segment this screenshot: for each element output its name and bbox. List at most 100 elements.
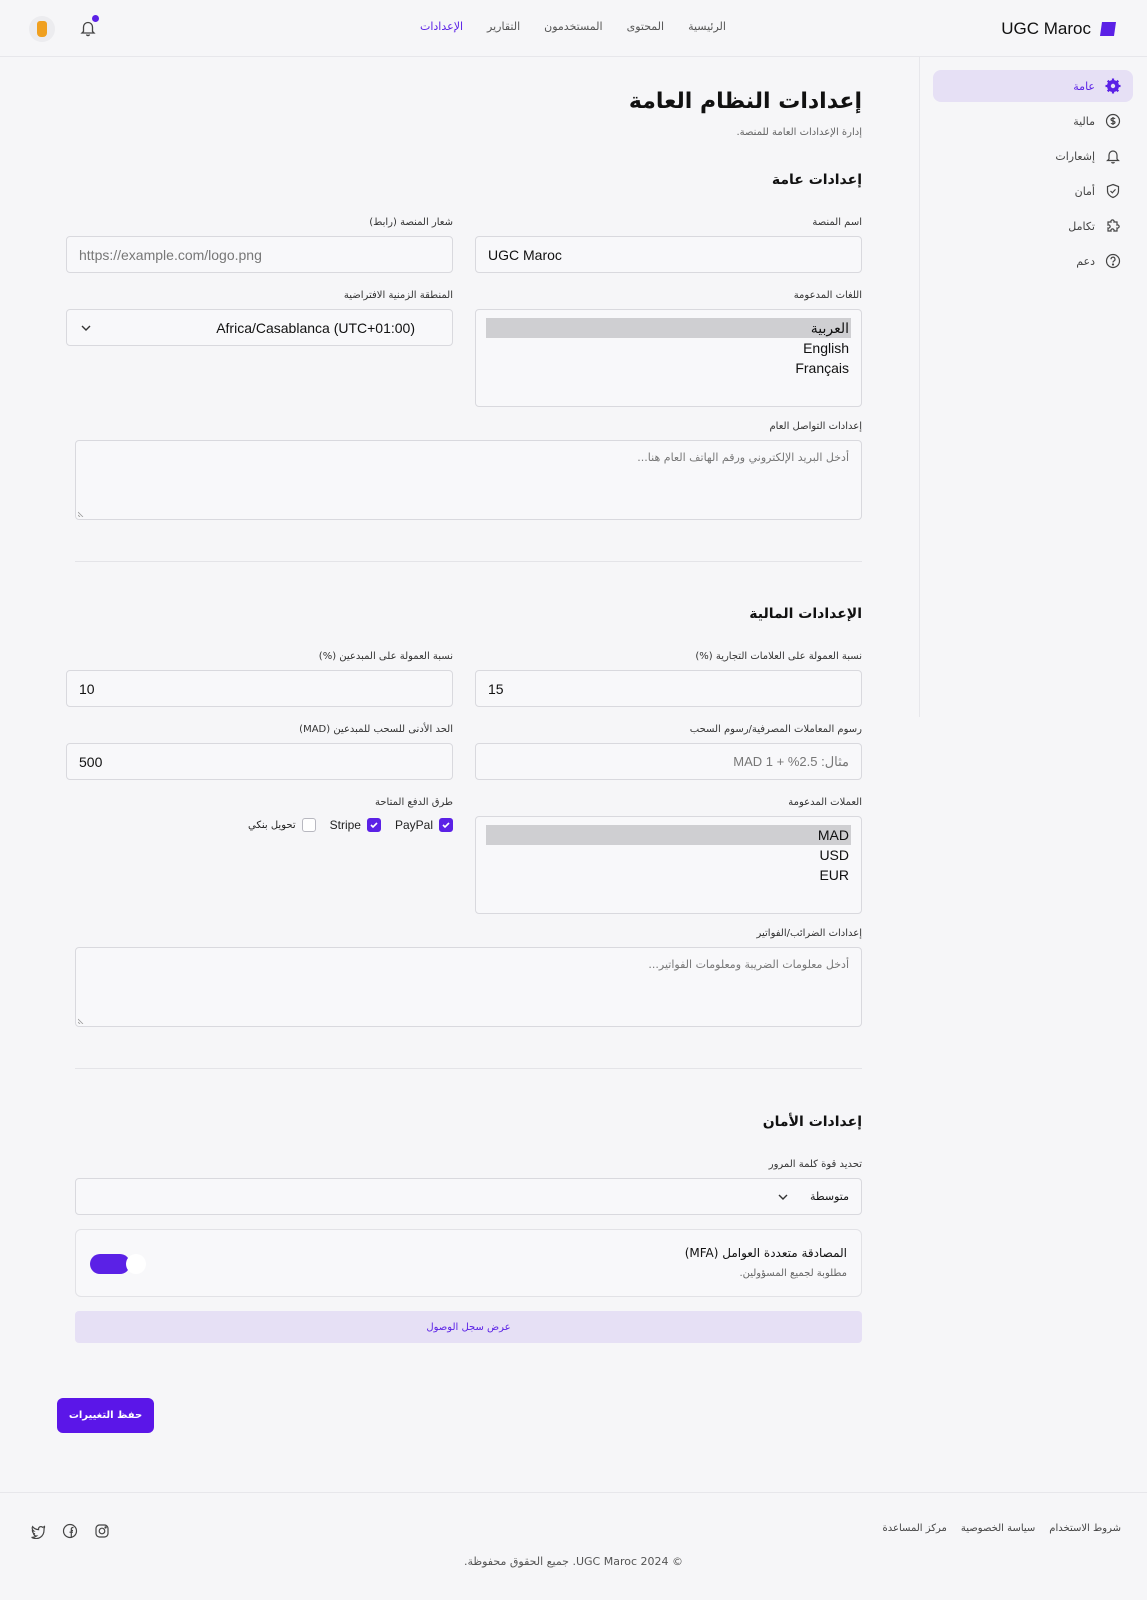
- checkbox-checked[interactable]: [439, 818, 453, 832]
- payment-method-paypal[interactable]: PayPal: [395, 818, 453, 832]
- payment-method-stripe[interactable]: Stripe: [330, 818, 381, 832]
- nav-content[interactable]: المحتوى: [627, 20, 664, 33]
- footer-link-help[interactable]: مركز المساعدة: [883, 1523, 947, 1534]
- tax-label: إعدادات الضرائب/الفواتير: [756, 928, 862, 939]
- footer-links: شروط الاستخدام سياسة الخصوصية مركز المسا…: [883, 1523, 1121, 1534]
- contact-textarea[interactable]: أدخل البريد الإلكتروني ورقم الهاتف العام…: [75, 440, 862, 520]
- footer-link-terms[interactable]: شروط الاستخدام: [1049, 1523, 1121, 1534]
- min-withdrawal-label: الحد الأدنى للسحب للمبدعين (MAD): [299, 724, 453, 735]
- chevron-down-icon: [778, 1194, 788, 1200]
- bank-fees-label: رسوم المعاملات المصرفية/رسوم السحب: [689, 724, 862, 735]
- sidebar-item-security[interactable]: أمان: [933, 175, 1133, 207]
- nav-users[interactable]: المستخدمون: [544, 20, 602, 33]
- currencies-listbox[interactable]: MAD USD EUR: [475, 816, 862, 914]
- gear-icon: [1105, 78, 1121, 94]
- user-avatar[interactable]: [29, 16, 55, 42]
- timezone-label: المنطقة الزمنية الافتراضية: [343, 290, 453, 301]
- brand[interactable]: UGC Maroc: [1001, 17, 1117, 41]
- bell-icon: [1106, 150, 1120, 164]
- logo-url-label: شعار المنصة (رابط): [369, 217, 453, 228]
- language-option[interactable]: English: [486, 338, 851, 358]
- copyright-text: © 2024 UGC Maroc. جميع الحقوق محفوظة.: [463, 1555, 684, 1568]
- nav-reports[interactable]: التقارير: [487, 20, 520, 33]
- timezone-select[interactable]: Africa/Casablanca (UTC+01:00): [66, 309, 453, 346]
- help-icon: [1105, 253, 1121, 269]
- sidebar-item-label: إشعارات: [1055, 149, 1095, 163]
- payment-method-label: تحويل بنكي: [248, 819, 296, 831]
- mfa-title: المصادقة متعددة العوامل (MFA): [684, 1246, 847, 1260]
- currencies-label: العملات المدعومة: [788, 797, 862, 808]
- main-nav: الرئيسية المحتوى المستخدمون التقارير الإ…: [420, 20, 726, 33]
- sidebar-item-integration[interactable]: تكامل: [933, 210, 1133, 242]
- save-changes-button[interactable]: حفظ التغييرات: [57, 1398, 154, 1433]
- security-section-title: إعدادات الأمان: [762, 1114, 862, 1130]
- nav-settings[interactable]: الإعدادات: [420, 20, 463, 33]
- platform-name-input[interactable]: UGC Maroc: [475, 236, 862, 273]
- sidebar-item-support[interactable]: دعم: [933, 245, 1133, 277]
- sidebar-item-label: تكامل: [1068, 219, 1095, 233]
- bank-fees-input[interactable]: مثال: 2.5% + 1 MAD: [475, 743, 862, 780]
- nav-home[interactable]: الرئيسية: [688, 20, 726, 33]
- notification-dot: [92, 15, 99, 22]
- instagram-icon[interactable]: [94, 1523, 110, 1539]
- languages-listbox[interactable]: العربية English Français: [475, 309, 862, 407]
- brand-name: UGC Maroc: [1001, 19, 1091, 38]
- mfa-subtitle: مطلوبة لجميع المسؤولين.: [739, 1268, 847, 1279]
- sidebar-item-label: مالية: [1073, 114, 1095, 128]
- currency-option[interactable]: MAD: [486, 825, 851, 845]
- facebook-icon[interactable]: [62, 1523, 78, 1539]
- min-withdrawal-input[interactable]: 500: [66, 743, 453, 780]
- payment-methods-label: طرق الدفع المتاحة: [375, 797, 453, 808]
- language-option[interactable]: Français: [486, 358, 851, 378]
- footer-link-privacy[interactable]: سياسة الخصوصية: [961, 1523, 1035, 1534]
- checkbox-checked[interactable]: [366, 818, 381, 832]
- sidebar-item-label: عامة: [1073, 79, 1095, 93]
- resize-grip-icon[interactable]: [78, 509, 86, 517]
- toggle-track: [90, 1254, 130, 1274]
- payment-methods-group: PayPal Stripe تحويل بنكي: [248, 818, 453, 832]
- sidebar-item-label: أمان: [1074, 184, 1095, 198]
- contact-label: إعدادات التواصل العام: [769, 421, 862, 432]
- mfa-toggle[interactable]: [90, 1254, 146, 1274]
- chevron-down-icon: [81, 325, 91, 331]
- creator-commission-input[interactable]: 10: [66, 670, 453, 707]
- twitter-icon[interactable]: [30, 1523, 46, 1539]
- brand-commission-input[interactable]: 15: [475, 670, 862, 707]
- currency-option[interactable]: EUR: [486, 865, 851, 885]
- tax-placeholder: أدخل معلومات الضريبة ومعلومات الفواتير..…: [648, 958, 849, 971]
- sidebar-item-general[interactable]: عامة: [933, 70, 1133, 102]
- payment-method-label: Stripe: [329, 818, 361, 832]
- platform-name-label: اسم المنصة: [812, 217, 862, 228]
- check-icon: [442, 822, 450, 829]
- checkbox-unchecked[interactable]: [301, 818, 316, 832]
- brand-commission-label: نسبة العمولة على العلامات التجارية (%): [695, 651, 862, 662]
- sidebar-item-financial[interactable]: مالية: [933, 105, 1133, 137]
- view-access-log-button[interactable]: عرض سجل الوصول: [75, 1311, 862, 1343]
- avatar-image: [37, 21, 47, 37]
- sidebar-item-label: دعم: [1076, 254, 1095, 268]
- creator-commission-label: نسبة العمولة على المبدعين (%): [318, 651, 453, 662]
- settings-sidebar: عامة مالية إشعارات أمان تكامل دعم: [919, 57, 1147, 717]
- mfa-card: المصادقة متعددة العوامل (MFA) مطلوبة لجم…: [75, 1229, 862, 1297]
- social-links: [30, 1523, 110, 1539]
- payment-method-bank-transfer[interactable]: تحويل بنكي: [248, 818, 316, 832]
- toggle-knob: [126, 1254, 146, 1274]
- logo-url-input[interactable]: https://example.com/logo.png: [66, 236, 453, 273]
- financial-section-title: الإعدادات المالية: [749, 606, 862, 622]
- languages-label: اللغات المدعومة: [793, 290, 862, 301]
- check-icon: [370, 822, 378, 829]
- resize-grip-icon[interactable]: [78, 1016, 86, 1024]
- section-divider: [75, 561, 862, 562]
- timezone-value: Africa/Casablanca (UTC+01:00): [216, 319, 415, 336]
- sidebar-item-notifications[interactable]: إشعارات: [933, 140, 1133, 172]
- page-title: إعدادات النظام العامة: [628, 89, 862, 114]
- tax-textarea[interactable]: أدخل معلومات الضريبة ومعلومات الفواتير..…: [75, 947, 862, 1027]
- language-option[interactable]: العربية: [486, 318, 851, 338]
- puzzle-icon: [1107, 219, 1120, 232]
- shield-icon: [1106, 183, 1120, 199]
- currency-option[interactable]: USD: [486, 845, 851, 865]
- password-strength-select[interactable]: متوسطة: [75, 1178, 862, 1215]
- password-strength-value: متوسطة: [809, 1190, 849, 1203]
- payment-method-label: PayPal: [394, 818, 433, 832]
- page-subtitle: إدارة الإعدادات العامة للمنصة.: [736, 127, 862, 138]
